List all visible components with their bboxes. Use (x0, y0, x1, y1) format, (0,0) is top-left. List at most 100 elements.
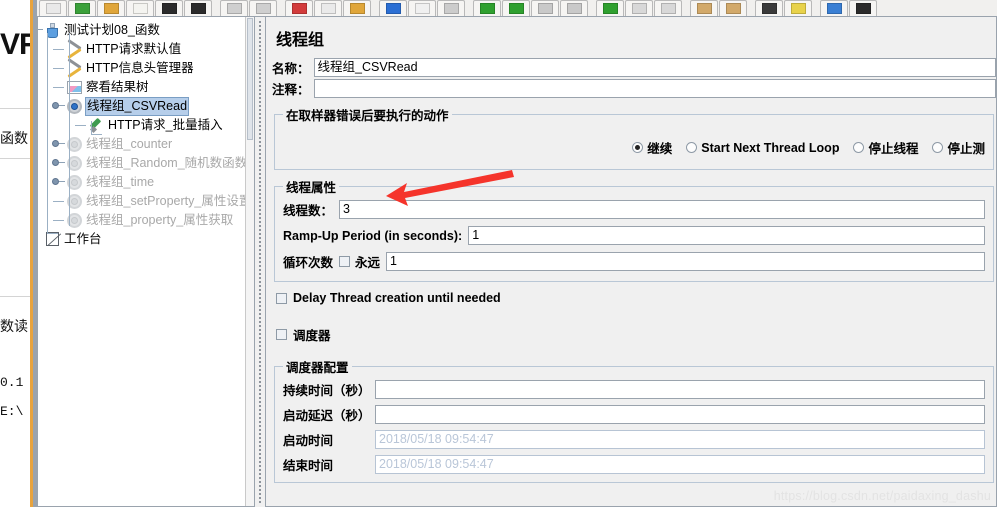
tree-node[interactable]: 工作台 (38, 230, 254, 249)
delay-thread-creation-row[interactable]: Delay Thread creation until needed (276, 291, 996, 305)
tree-node[interactable]: 线程组_time (38, 173, 254, 192)
tree-node[interactable]: HTTP请求_批量插入 (38, 116, 254, 135)
redo-button[interactable] (249, 0, 277, 16)
start-no-pause-button[interactable] (502, 0, 530, 16)
end-time-input[interactable]: 2018/05/18 09:54:47 (375, 455, 985, 474)
watermark: https://blog.csdn.net/paidaxing_dashu (773, 489, 991, 503)
stop-button[interactable] (531, 0, 559, 16)
start-remote-button[interactable] (596, 0, 624, 16)
ramp-up-input[interactable]: 1 (468, 226, 985, 245)
tree-expand-handle-icon[interactable] (52, 140, 65, 149)
error-action-option[interactable]: 继续 (632, 138, 672, 157)
thread-group-panel: 线程组 名称： 线程组_CSVRead 注释： 在取样器错误后要执行的动作 继续… (265, 17, 997, 507)
background-divider (0, 296, 30, 297)
expand-all-button[interactable] (379, 0, 407, 16)
tree-node[interactable]: HTTP信息头管理器 (38, 58, 254, 78)
clear-button[interactable] (690, 0, 718, 16)
error-action-option[interactable]: 停止测 (932, 138, 985, 157)
reset-search-button[interactable] (784, 0, 812, 16)
close-button[interactable] (126, 0, 154, 16)
toggle-icon (443, 3, 459, 14)
background-window: VR 函数 数读 0.1 E:\ (0, 0, 30, 507)
radio-indicator[interactable] (932, 142, 944, 153)
tree-node-label: 察看结果树 (86, 80, 149, 94)
error-action-radio-group[interactable]: 继续 Start Next Thread Loop 停止线程 停止测 (283, 128, 985, 161)
tree-node[interactable]: HTTP请求默认值 (38, 39, 254, 59)
start-button[interactable] (473, 0, 501, 16)
templates-button[interactable] (68, 0, 96, 16)
duration-input[interactable] (375, 380, 985, 399)
startup-delay-label: 启动延迟（秒） (283, 409, 371, 423)
tree-node[interactable]: 线程组_setProperty_属性设置 (38, 192, 254, 211)
templates-icon (74, 3, 90, 14)
tree-node[interactable]: 测试计划08_函数 (38, 21, 254, 40)
thread-count-input[interactable]: 3 (339, 200, 985, 219)
error-action-option-label: Start Next Thread Loop (701, 140, 840, 155)
save-as-button[interactable] (184, 0, 212, 16)
stop-remote-button[interactable] (625, 0, 653, 16)
radio-indicator[interactable] (632, 142, 644, 153)
shutdown-remote-button[interactable] (654, 0, 682, 16)
startup-delay-input[interactable] (375, 405, 985, 424)
start-time-row: 启动时间 2018/05/18 09:54:47 (283, 430, 985, 449)
open-button[interactable] (97, 0, 125, 16)
start-time-label: 启动时间 (283, 434, 334, 448)
tree-scrollbar-thumb[interactable] (247, 18, 253, 140)
start-icon (479, 3, 495, 14)
comment-input[interactable] (313, 79, 996, 98)
toggle-button[interactable] (437, 0, 465, 16)
tree-node[interactable]: 线程组_CSVRead (38, 97, 254, 116)
tree-expand-handle-icon[interactable] (52, 178, 65, 187)
stop-icon (537, 3, 553, 14)
clear-all-button[interactable] (719, 0, 747, 16)
copy-button[interactable] (314, 0, 342, 16)
tree-expand-handle-icon[interactable] (52, 159, 65, 168)
name-row: 名称： 线程组_CSVRead (272, 58, 996, 77)
tree-node-label: 线程组_Random_随机数函数 (86, 156, 248, 170)
loop-count-input[interactable]: 1 (386, 252, 985, 271)
tree-expand-handle-icon[interactable] (38, 26, 43, 35)
scheduler-toggle-row[interactable]: 调度器 (276, 325, 996, 344)
background-text-line2: 函数 (0, 130, 28, 146)
new-button[interactable] (39, 0, 67, 16)
duration-row: 持续时间（秒） (283, 380, 985, 399)
undo-button[interactable] (220, 0, 248, 16)
error-action-option[interactable]: 停止线程 (853, 138, 918, 157)
tree-node[interactable]: 线程组_property_属性获取 (38, 211, 254, 230)
scheduler-configuration-legend: 调度器配置 (286, 361, 349, 375)
function-helper-button[interactable] (820, 0, 848, 16)
error-action-option-label: 停止线程 (868, 142, 919, 156)
startup-delay-row: 启动延迟（秒） (283, 405, 985, 424)
end-time-row: 结束时间 2018/05/18 09:54:47 (283, 455, 985, 474)
forever-checkbox[interactable] (339, 256, 351, 267)
new-icon (45, 3, 61, 14)
save-button[interactable] (155, 0, 183, 16)
tree-node[interactable]: 线程组_counter (38, 135, 254, 154)
paste-button[interactable] (343, 0, 371, 16)
tree-node-label: 线程组_CSVRead (85, 97, 190, 116)
scheduler-checkbox[interactable] (276, 329, 287, 340)
shutdown-button[interactable] (560, 0, 588, 16)
cut-button[interactable] (285, 0, 313, 16)
forever-label: 永远 (355, 256, 381, 270)
error-action-option[interactable]: Start Next Thread Loop (686, 141, 839, 155)
collapse-all-button[interactable] (408, 0, 436, 16)
clear-icon (696, 3, 712, 14)
name-input[interactable]: 线程组_CSVRead (313, 58, 996, 77)
tree-connector (75, 125, 86, 126)
split-divider[interactable] (256, 17, 265, 507)
test-plan-tree[interactable]: 测试计划08_函数 HTTP请求默认值 HTTP信息头管理器察看结果树线程组_CSV… (38, 17, 254, 249)
tree-vertical-scrollbar[interactable] (245, 17, 254, 506)
delay-thread-creation-label: Delay Thread creation until needed (293, 291, 501, 305)
shutdown-remote-icon (660, 3, 676, 14)
radio-indicator[interactable] (686, 142, 698, 153)
start-time-input[interactable]: 2018/05/18 09:54:47 (375, 430, 985, 449)
tree-node[interactable]: 线程组_Random_随机数函数 (38, 154, 254, 173)
tree-expand-handle-icon[interactable] (52, 102, 65, 111)
delay-thread-creation-checkbox[interactable] (276, 292, 287, 304)
search-button[interactable] (755, 0, 783, 16)
radio-indicator[interactable] (853, 142, 865, 153)
help-button[interactable] (849, 0, 877, 16)
tree-node[interactable]: 察看结果树 (38, 78, 254, 97)
cut-icon (291, 3, 307, 14)
